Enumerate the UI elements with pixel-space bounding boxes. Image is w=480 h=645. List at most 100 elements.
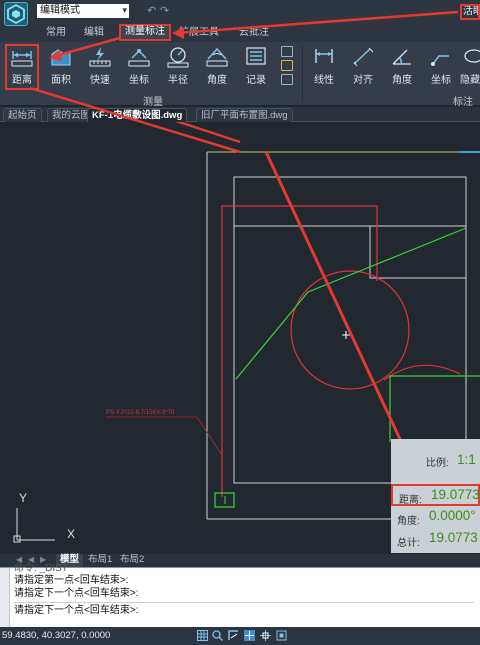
list-icon	[246, 47, 266, 65]
distance-button[interactable]: 距离	[5, 44, 39, 90]
command-gutter	[0, 568, 10, 628]
command-history-line: 请指定第一点<回车结束>:	[14, 575, 129, 586]
scale-value: 1:1	[457, 452, 476, 467]
cad-app-window: 编辑模式 ▾ ↶ ↷ 活眼 常用 编辑 测量标注 扩展工具 云批注 距离 面积 …	[0, 0, 480, 645]
coordinate-dim-label: 坐标	[431, 75, 451, 86]
cable-route-line	[221, 205, 378, 497]
ortho-icon[interactable]	[228, 630, 239, 641]
radius-icon	[167, 47, 189, 68]
tab-measure-annotate[interactable]: 测量标注	[119, 24, 171, 41]
document-tabs: 起始页 我的云图 KF-1电缆敷设图.dwg 旧厂平面布置图.dwg	[0, 107, 480, 122]
distance-result-label: 距离:	[399, 495, 422, 506]
linear-dimension-icon	[315, 49, 333, 63]
distance-icon	[11, 51, 33, 67]
command-input-line[interactable]: 请指定下一个点<回车结束>:	[14, 602, 474, 617]
user-login-button[interactable]: 活眼	[460, 4, 480, 20]
ribbon-tab-row: 常用 编辑 测量标注 扩展工具 云批注	[0, 22, 480, 42]
linear-dim-button[interactable]: 线性	[307, 46, 341, 88]
mode-select-value: 编辑模式	[40, 5, 80, 16]
mini-tool-3-icon[interactable]	[281, 74, 293, 85]
total-result-value: 19.0773	[429, 530, 478, 545]
measure-result-panel: 比例: 1:1 距离: 19.0773 角度: 0.0000° 总计: 19.0…	[391, 439, 480, 553]
snap-icon[interactable]	[212, 630, 223, 641]
lightning-ruler-icon	[89, 47, 111, 67]
coordinate-dimension-icon	[431, 55, 449, 66]
record-button[interactable]: 记录	[239, 46, 273, 88]
record-label: 记录	[246, 75, 266, 86]
undo-icon[interactable]: ↶	[147, 4, 156, 17]
aligned-dimension-icon	[353, 47, 374, 67]
command-window[interactable]: 命令: _DIST 请指定第一点<回车结束>: 请指定下一个点<回车结束>: 请…	[0, 563, 480, 628]
coordinate-measure-button[interactable]: 坐标	[122, 46, 156, 88]
app-logo-icon[interactable]	[4, 2, 28, 26]
distance-result-value: 19.0773	[431, 487, 480, 502]
polar-icon[interactable]	[244, 630, 255, 641]
angle-dim-label: 角度	[392, 75, 412, 86]
scale-label: 比例:	[426, 458, 449, 469]
grid-icon[interactable]	[197, 630, 208, 641]
distance-row: 距离: 19.0773	[391, 484, 480, 506]
angle-measure-button[interactable]: 角度	[200, 46, 234, 88]
coordinate-dim-button[interactable]: 坐标	[424, 46, 458, 88]
linear-dim-label: 线性	[314, 75, 334, 86]
aligned-dim-button[interactable]: 对齐	[346, 46, 380, 88]
angle-dimension-icon	[392, 49, 411, 65]
doc-tab-old-plant[interactable]: 旧厂平面布置图.dwg	[196, 108, 293, 122]
command-history-line: 命令: _DIST	[14, 563, 68, 574]
ucs-x-label: X	[67, 527, 75, 541]
radius-button[interactable]: 半径	[161, 46, 195, 88]
hide-dim-button[interactable]: 隐藏	[460, 46, 480, 88]
layout-tab-layout1[interactable]: 布局1	[84, 554, 116, 567]
coordinate-icon	[128, 49, 150, 67]
annotation-arrow-ribbon	[175, 122, 241, 144]
area-button[interactable]: 面积	[44, 46, 78, 88]
angle-icon	[206, 47, 228, 67]
doc-tab-kf1-cable[interactable]: KF-1电缆敷设图.dwg	[87, 108, 188, 122]
distance-label: 距离	[12, 75, 32, 86]
redo-icon[interactable]: ↷	[160, 4, 169, 17]
total-row: 总计: 19.0773	[391, 529, 480, 551]
label-leader-diag	[196, 416, 223, 456]
scale-row: 比例: 1:1	[391, 449, 480, 471]
angle-result-value: 0.0000°	[429, 508, 476, 523]
hide-dim-label: 隐藏	[460, 75, 480, 86]
aligned-dim-label: 对齐	[353, 75, 373, 86]
group-label-measure: 测量	[143, 97, 163, 108]
radius-label: 半径	[168, 75, 188, 86]
cable-spec-text: PS-YJY22-8.7/15KV-3*70	[106, 410, 175, 416]
quick-measure-button[interactable]: 快速	[83, 46, 117, 88]
tab-cloud-annotation[interactable]: 云批注	[239, 25, 269, 40]
total-result-label: 总计:	[397, 538, 420, 549]
command-history-line: 请指定下一个点<回车结束>:	[14, 588, 139, 599]
measure-mini-tools	[281, 46, 295, 88]
angle-dim-button[interactable]: 角度	[385, 46, 419, 88]
cursor-coordinates: 59.4830, 40.3027, 0.0000	[2, 630, 111, 641]
chevron-down-icon: ▾	[122, 5, 127, 15]
zoom-extents-icon[interactable]	[276, 630, 287, 641]
area-label: 面积	[51, 75, 71, 86]
mini-tool-2-icon[interactable]	[281, 60, 293, 71]
group-label-annotate: 标注	[453, 97, 473, 108]
area-icon	[51, 49, 71, 66]
green-route-line	[235, 227, 467, 380]
mini-tool-1-icon[interactable]	[281, 46, 293, 57]
ucs-y-label: Y	[19, 491, 27, 505]
status-bar: 59.4830, 40.3027, 0.0000	[0, 627, 480, 645]
group-divider	[302, 46, 303, 102]
hide-icon	[464, 49, 480, 63]
mode-select[interactable]: 编辑模式 ▾	[37, 4, 129, 18]
coordinate-measure-label: 坐标	[129, 75, 149, 86]
ribbon-panel: 距离 面积 快速 坐标 半径 角度 记录 线性 对齐 角度 坐标 隐藏 测量 标…	[0, 42, 480, 148]
angle-measure-label: 角度	[207, 75, 227, 86]
tab-extend-tools[interactable]: 扩展工具	[179, 25, 219, 40]
angle-result-label: 角度:	[397, 516, 420, 527]
quick-measure-label: 快速	[90, 75, 110, 86]
object-snap-icon[interactable]	[260, 630, 271, 641]
layout-tab-layout2[interactable]: 布局2	[116, 554, 148, 567]
annotation-arrow-main	[264, 151, 415, 468]
tab-edit[interactable]: 编辑	[84, 25, 104, 40]
tab-common[interactable]: 常用	[46, 25, 66, 40]
title-bar: 编辑模式 ▾ ↶ ↷ 活眼	[0, 0, 480, 26]
layout-tabs: ◀ ◀ ▶ 模型 布局1 布局2	[0, 554, 480, 567]
doc-tab-start-page[interactable]: 起始页	[3, 108, 42, 122]
